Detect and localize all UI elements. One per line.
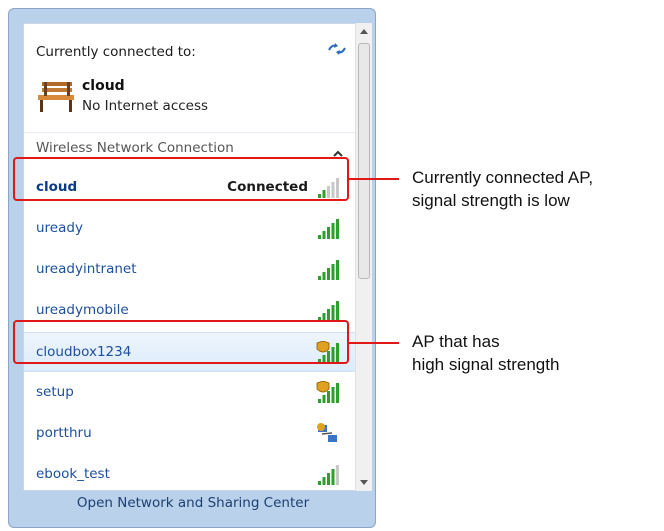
scroll-thumb[interactable] [358,43,370,279]
network-row-setup[interactable]: setup [24,373,356,413]
current-network-status: No Internet access [82,98,209,114]
signal-bars-icon [314,463,342,490]
callout-line [349,178,399,180]
footer: Open Network and Sharing Center [9,495,377,529]
section-title: Wireless Network Connection [36,140,234,156]
divider [24,132,356,133]
signal-bars-icon [314,217,342,245]
network-row-ebook-test[interactable]: ebook_test [24,455,356,490]
network-row-portthru[interactable]: portthru [24,414,356,454]
callout-line [349,342,399,344]
current-network-name: cloud [82,78,125,94]
network-name: setup [36,384,74,400]
highlight-box-connected-ap [13,157,349,201]
bench-icon [36,80,76,118]
annotation-line: Currently connected AP, [412,168,594,187]
network-name: ureadyintranet [36,261,137,277]
annotation-line: AP that has [412,332,500,351]
scroll-up-icon[interactable] [356,23,372,40]
signal-bars-icon [314,380,342,409]
scrollbar[interactable] [355,23,372,491]
network-row-ureadyintranet[interactable]: ureadyintranet [24,250,356,290]
network-name: ureadymobile [36,302,129,318]
signal-bars-icon [314,258,342,286]
network-flyout: Currently connected to: cloud No Interne… [8,8,376,528]
scroll-down-icon[interactable] [356,474,372,491]
network-name: uready [36,220,83,236]
annotation-line: signal strength is low [412,191,570,210]
network-adhoc-icon [314,422,342,450]
annotation-line: high signal strength [412,355,560,374]
network-list-panel: Currently connected to: cloud No Interne… [23,23,357,491]
network-name: ebook_test [36,466,110,482]
currently-connected-label: Currently connected to: [36,44,196,60]
network-row-uready[interactable]: uready [24,209,356,249]
network-name: portthru [36,425,92,441]
annotation-connected-ap: Currently connected AP, signal strength … [412,166,593,212]
annotation-strong-ap: AP that has high signal strength [412,330,559,376]
open-network-sharing-center-link[interactable]: Open Network and Sharing Center [9,495,377,511]
highlight-box-strong-ap [13,320,349,364]
refresh-icon[interactable] [326,41,348,61]
